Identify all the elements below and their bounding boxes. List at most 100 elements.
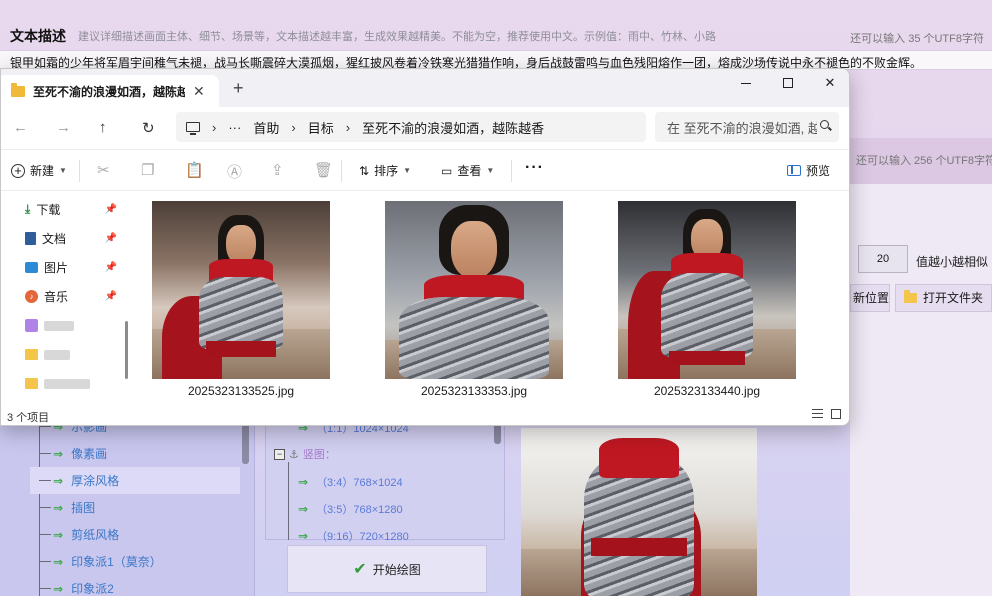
collapse-icon[interactable]: − — [274, 448, 285, 460]
back-icon[interactable]: ← — [13, 119, 28, 136]
file-name: 2025323133525.jpg — [187, 384, 295, 398]
file-name: 2025323133440.jpg — [653, 384, 761, 398]
pin-icon[interactable]: 📌 — [105, 291, 117, 302]
search-icon[interactable] — [820, 120, 829, 129]
sidebar-item-documents[interactable]: 文档 📌 — [1, 224, 121, 253]
ratio-list-item[interactable]: ⇒ （3:4）768×1024 — [298, 474, 403, 490]
ratio-list-scrollbar[interactable] — [494, 424, 501, 444]
similarity-input[interactable]: 20 — [858, 245, 908, 273]
folder-icon — [25, 349, 38, 360]
arrow-right-icon: ⇒ — [53, 527, 64, 542]
plus-circle-icon: + — [11, 163, 25, 178]
pin-icon[interactable]: 📌 — [105, 204, 117, 215]
sidebar-item-music[interactable]: ♪ 音乐 📌 — [1, 282, 121, 311]
picture-icon — [25, 262, 38, 273]
this-pc-icon — [186, 122, 200, 135]
generated-image-preview — [521, 428, 757, 596]
ratio-group[interactable]: − ⚓ 竖图： — [274, 446, 336, 462]
sort-button[interactable]: ⇅ 排序 ▼ — [359, 162, 411, 179]
file-item[interactable]: 2025323133525.jpg — [151, 201, 331, 398]
sort-icon: ⇅ — [359, 163, 370, 178]
folder-icon — [11, 82, 25, 97]
document-icon — [25, 232, 36, 245]
navigation-pane: ⤓ 下载 📌 文档 📌 图片 📌 ♪ 音乐 📌 — [1, 191, 133, 401]
arrow-right-icon: ⇒ — [53, 581, 64, 596]
new-position-button[interactable]: 新位置 — [850, 284, 890, 312]
close-button[interactable]: ✕ — [809, 69, 849, 97]
arrow-right-icon: ⇒ — [298, 475, 309, 489]
tree-branch — [39, 588, 51, 589]
style-list-item[interactable]: ⇒ 像素画 — [30, 440, 240, 467]
minimize-button[interactable] — [725, 69, 767, 97]
address-ellipsis[interactable]: ··· — [228, 120, 241, 135]
tree-branch — [39, 534, 51, 535]
breadcrumb-item[interactable]: 目标 — [308, 118, 334, 137]
file-item[interactable]: 2025323133353.jpg — [384, 201, 564, 398]
sidebar-item-blurred[interactable] — [1, 340, 121, 369]
refresh-icon[interactable]: ↻ — [142, 119, 155, 137]
tab-close-icon[interactable]: ✕ — [193, 83, 205, 100]
new-button[interactable]: + 新建 ▼ — [11, 162, 67, 179]
image-thumbnail — [385, 201, 563, 379]
tiles-view-icon[interactable] — [831, 409, 841, 419]
view-button[interactable]: ▭ 查看 ▼ — [441, 162, 494, 179]
maximize-button[interactable] — [767, 69, 809, 97]
folder-icon — [25, 378, 38, 389]
pin-icon[interactable]: 📌 — [105, 262, 117, 273]
preview-button[interactable]: 预览 — [787, 162, 830, 179]
ratio-list-item[interactable]: ⇒ （3:5）768×1280 — [298, 501, 403, 517]
start-drawing-button[interactable]: ✔ 开始绘图 — [287, 545, 487, 593]
rename-icon[interactable]: Ⓐ — [227, 161, 242, 182]
tree-branch — [39, 561, 51, 562]
forward-icon[interactable]: → — [56, 119, 71, 136]
file-name: 2025323133353.jpg — [420, 384, 528, 398]
prompt-textarea[interactable]: 银甲如霜的少年将军眉宇间稚气未褪，战马长嘶震碎大漠孤烟，猩红披风卷着冷铁寒光猎猎… — [0, 50, 992, 70]
details-view-icon[interactable] — [812, 409, 823, 418]
breadcrumb-item[interactable]: 至死不渝的浪漫如酒，越陈越香 — [362, 118, 544, 137]
search-input[interactable]: 在 至死不渝的浪漫如酒, 越陈越香 中搜索 — [655, 112, 839, 142]
section-title: 文本描述 — [10, 28, 66, 44]
explorer-tab[interactable]: 至死不渝的浪漫如酒，越陈越香 ✕ — [1, 75, 219, 107]
cut-icon[interactable]: ✂ — [97, 161, 110, 179]
style-list-item[interactable]: ⇒ 剪纸风格 — [30, 521, 240, 548]
file-grid: 2025323133525.jpg 2025323133353.jpg 2025… — [141, 191, 849, 401]
breadcrumb-item[interactable]: 首助 — [253, 118, 279, 137]
ratio-tree-line — [288, 462, 289, 540]
arrow-right-icon: ⇒ — [53, 554, 64, 569]
redacted-label — [44, 320, 74, 331]
more-options-button[interactable]: ··· — [525, 159, 544, 177]
style-list-item[interactable]: ⇒ 印象派2 — [30, 575, 240, 596]
paste-icon[interactable]: 📋 — [185, 161, 204, 179]
separator — [511, 160, 512, 182]
style-list-label: 印象派1（莫奈） — [71, 555, 162, 569]
delete-icon[interactable]: 🗑 — [314, 161, 333, 179]
address-bar[interactable]: › ··· 首助 › 目标 › 至死不渝的浪漫如酒，越陈越香 — [176, 112, 646, 142]
sidebar-scrollbar[interactable] — [125, 321, 128, 379]
sidebar-item-blurred[interactable] — [1, 369, 121, 398]
sidebar-item-blurred[interactable] — [1, 311, 121, 340]
new-tab-button[interactable]: + — [233, 79, 244, 97]
sidebar-item-downloads[interactable]: ⤓ 下载 📌 — [1, 195, 121, 224]
copy-icon[interactable]: ❐ — [141, 161, 154, 179]
view-label: 查看 — [457, 164, 482, 178]
redacted-label — [44, 349, 70, 360]
up-icon[interactable]: ↑ — [99, 119, 107, 136]
anchor-icon: ⚓ — [289, 448, 299, 461]
ratio-group-label: 竖图： — [302, 449, 336, 461]
file-item[interactable]: 2025323133440.jpg — [617, 201, 797, 398]
share-icon[interactable]: ⇪ — [271, 161, 284, 179]
style-list-item[interactable]: ⇒ 印象派1（莫奈） — [30, 548, 240, 575]
item-count: 3 个项目 — [7, 412, 50, 424]
sidebar-item-pictures[interactable]: 图片 📌 — [1, 253, 121, 282]
style-list-label: 像素画 — [71, 447, 108, 461]
folder-icon — [25, 319, 38, 332]
pin-icon[interactable]: 📌 — [105, 233, 117, 244]
search-placeholder: 在 至死不渝的浪漫如酒, 越陈越香 中搜索 — [667, 120, 817, 136]
style-list-item[interactable]: ⇒ 厚涂风格 — [30, 467, 240, 494]
ratio-list-item[interactable]: ⇒ （9:16）720×1280 — [298, 528, 409, 544]
chevron-down-icon: ▼ — [486, 166, 495, 175]
style-list-item[interactable]: ⇒ 插图 — [30, 494, 240, 521]
folder-icon — [904, 290, 917, 303]
open-folder-button[interactable]: 打开文件夹 — [895, 284, 992, 312]
style-list-scrollbar[interactable] — [242, 424, 249, 464]
